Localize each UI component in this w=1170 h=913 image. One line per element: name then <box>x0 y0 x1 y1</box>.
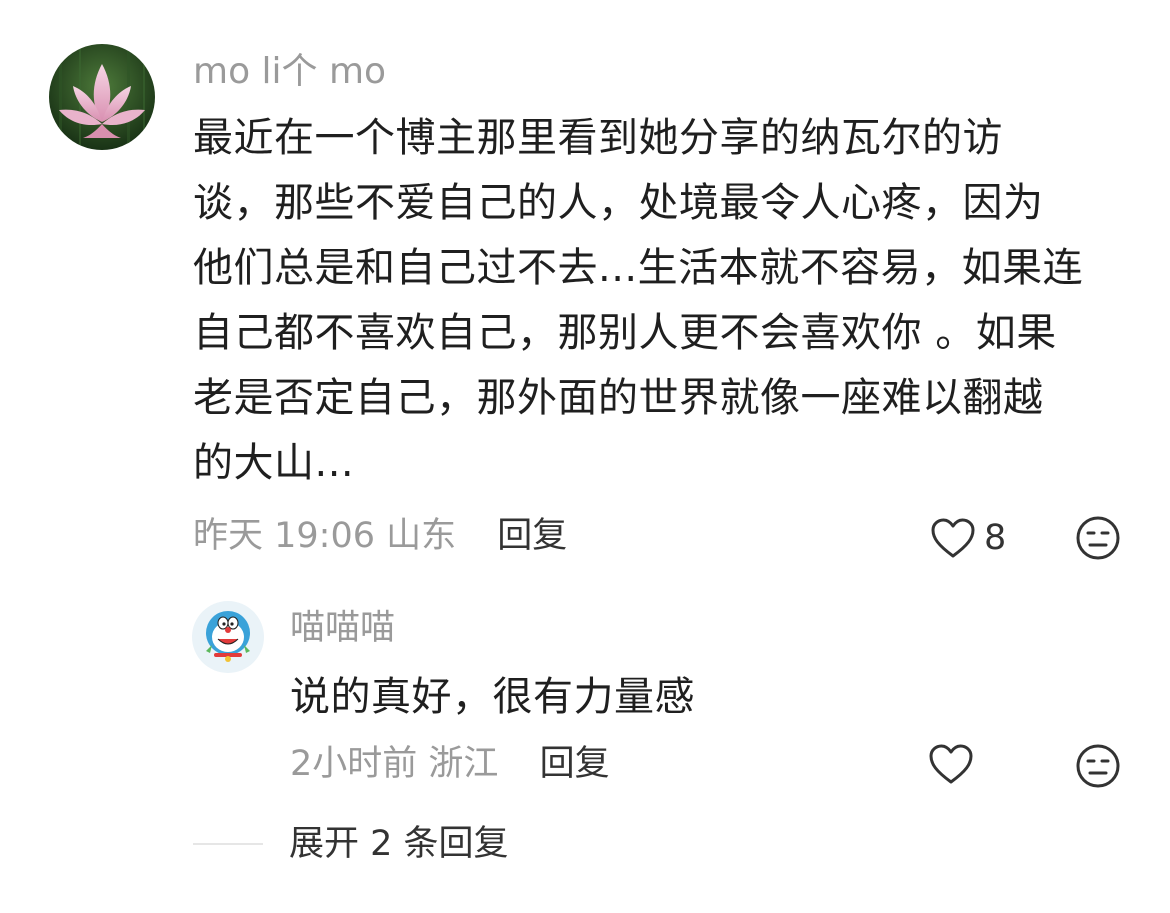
username[interactable]: mo li个 mo <box>193 50 386 94</box>
comment-text-line: 自己都不喜欢自己，那别人更不会喜欢你 。如果 <box>193 310 1057 356</box>
comment-meta: 昨天 19:06 山东 回复 <box>193 514 567 558</box>
reply-meta: 2小时前 浙江 回复 <box>290 742 610 786</box>
reply-location: 浙江 <box>428 744 499 784</box>
lotus-flower-avatar-icon <box>49 44 155 150</box>
reply-dislike-button[interactable] <box>1075 743 1121 789</box>
comment-text-line: 最近在一个博主那里看到她分享的纳瓦尔的访 <box>193 115 1003 161</box>
reply-button[interactable]: 回复 <box>497 516 567 556</box>
reply-like-button[interactable] <box>928 743 974 785</box>
expand-replies-button[interactable]: 展开 2 条回复 <box>193 822 509 866</box>
divider-line <box>193 843 263 845</box>
expand-replies-label: 展开 2 条回复 <box>289 824 509 864</box>
comment-text-line: 老是否定自己，那外面的世界就像一座难以翻越 <box>193 375 1044 421</box>
reply-user-avatar[interactable] <box>192 601 264 673</box>
heart-outline-icon <box>931 518 975 558</box>
reply-text: 说的真好，很有力量感 <box>290 674 695 720</box>
comment-time: 昨天 19:06 <box>193 516 375 556</box>
like-count: 8 <box>984 518 1007 558</box>
like-button[interactable]: 8 <box>930 516 1006 560</box>
user-avatar[interactable] <box>49 44 155 150</box>
comment-text-line: 的大山... <box>193 440 355 486</box>
heart-outline-icon <box>929 744 973 784</box>
meh-face-icon <box>1076 744 1120 788</box>
comment-text: 最近在一个博主那里看到她分享的纳瓦尔的访 谈，那些不爱自己的人，处境最令人心疼，… <box>193 106 1133 496</box>
comment-text-line: 谈，那些不爱自己的人，处境最令人心疼，因为 <box>193 180 1044 226</box>
meh-face-icon <box>1076 516 1120 560</box>
reply-reply-button[interactable]: 回复 <box>540 744 610 784</box>
reply-username[interactable]: 喵喵喵 <box>290 606 395 650</box>
comment-location: 山东 <box>386 516 457 556</box>
doraemon-avatar-icon <box>192 601 264 673</box>
comment-text-line: 他们总是和自己过不去...生活本就不容易，如果连 <box>193 245 1084 291</box>
reply-time: 2小时前 <box>290 744 418 784</box>
dislike-button[interactable] <box>1075 515 1121 561</box>
